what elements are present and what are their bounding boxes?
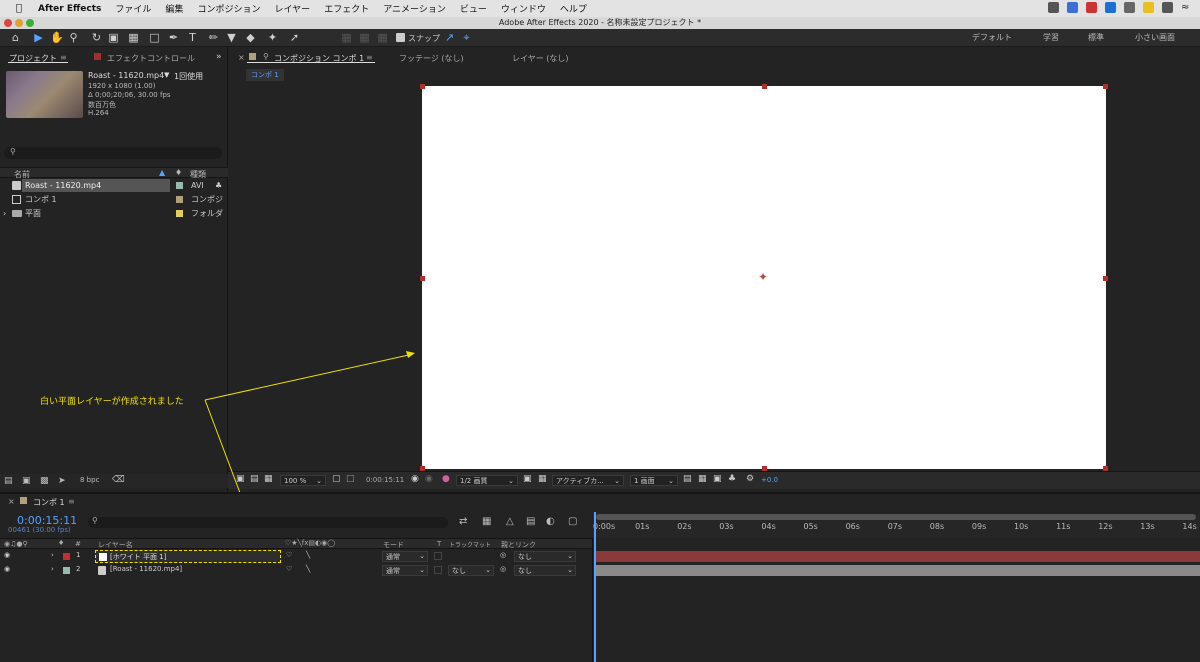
ruler-tick-label: 11s (1056, 522, 1071, 531)
chevron-down-icon: ⌄ (419, 566, 425, 574)
ruler-tick-label: 06s (845, 522, 860, 531)
frame-count: 00461 (30.00 fps) (8, 526, 71, 534)
layer-duration-bar-1[interactable] (596, 551, 1200, 562)
layer-name[interactable]: [ホワイト 平面 1] (110, 552, 166, 562)
chevron-down-icon: ⌄ (567, 552, 573, 560)
layer-number: 1 (76, 551, 81, 559)
timeline-menu-icon[interactable]: ≡ (68, 497, 75, 506)
column-number[interactable]: # (75, 540, 81, 548)
layer-row-1[interactable]: ◉ › 1 [ホワイト 平面 1] ♡ ╲ 通常 ⌄ ◎ なし ⌄ (0, 550, 593, 563)
switches-icons: ♡★╲fx▤◐◉◯ (285, 539, 336, 547)
layer-name-highlight: [ホワイト 平面 1] (95, 550, 281, 563)
pickwhip-icon[interactable]: ◎ (500, 551, 506, 559)
layer-name[interactable]: [Roast - 11620.mp4] (110, 565, 182, 573)
track-matte-value: なし (452, 567, 466, 575)
blend-mode-select[interactable]: 通常 ⌄ (382, 565, 428, 576)
layer-row-2[interactable]: ◉ › 2 [Roast - 11620.mp4] ♡ ╲ 通常 ⌄ なし ⌄ ◎ … (0, 564, 593, 577)
av-features-icons: ◉♫●⚲ (4, 540, 28, 548)
graph-editor-icon[interactable]: ▢ (568, 516, 577, 527)
chevron-down-icon: ⌄ (485, 566, 491, 574)
ruler-tick-label: 01s (635, 522, 650, 531)
parent-value: なし (518, 553, 532, 561)
preserve-transparency-checkbox[interactable] (434, 552, 442, 560)
footage-file-icon (98, 566, 106, 575)
parent-select[interactable]: なし ⌄ (514, 565, 576, 576)
parent-value: なし (518, 567, 532, 575)
layer-column-header: ◉♫●⚲ ♦ # レイヤー名 ♡★╲fx▤◐◉◯ モード T トラックマット 親… (0, 538, 593, 549)
layer-number: 2 (76, 565, 81, 573)
ruler-tick-label: 08s (929, 522, 945, 531)
chevron-down-icon: ⌄ (419, 552, 425, 560)
ruler-tick-label: 14s (1182, 522, 1197, 531)
ruler-tick-label: 04s (761, 522, 776, 531)
layer-duration-bar-2[interactable] (596, 565, 1200, 576)
shy-layers-icon[interactable]: △ (506, 516, 514, 527)
ruler-tick-label: 13s (1140, 522, 1155, 531)
blend-mode-select[interactable]: 通常 ⌄ (382, 551, 428, 562)
expand-arrow-icon[interactable]: › (51, 551, 54, 559)
column-parent[interactable]: 親とリンク (501, 540, 536, 550)
column-t[interactable]: T (437, 540, 441, 548)
solid-layer-icon (99, 553, 107, 561)
blend-mode-value: 通常 (386, 553, 400, 561)
comp-label-icon (20, 497, 27, 504)
chevron-down-icon: ⌄ (567, 566, 573, 574)
ruler-tick-label: 10s (1014, 522, 1029, 531)
parent-select[interactable]: なし ⌄ (514, 551, 576, 562)
preserve-transparency-checkbox[interactable] (434, 566, 442, 574)
blend-mode-value: 通常 (386, 567, 400, 575)
label-tag-icon[interactable]: ♦ (58, 539, 64, 547)
search-icon: ⚲ (92, 516, 98, 525)
quality-switch-icon[interactable]: ╲ (306, 565, 310, 573)
work-area-bar[interactable] (596, 514, 1196, 520)
column-track-matte[interactable]: トラックマット (449, 540, 491, 549)
layer-label-color[interactable] (63, 567, 70, 574)
timeline-tab[interactable]: コンポ 1 (33, 497, 65, 508)
column-layer-name[interactable]: レイヤー名 (98, 540, 133, 550)
shy-switch-icon[interactable]: ♡ (286, 565, 292, 573)
eye-icon[interactable]: ◉ (4, 551, 10, 559)
eye-icon[interactable]: ◉ (4, 565, 10, 573)
frame-blending-icon[interactable]: ▤ (526, 516, 535, 527)
pickwhip-icon[interactable]: ◎ (500, 565, 506, 573)
ruler-tick-label: 12s (1098, 522, 1113, 531)
timeline-divider (592, 538, 593, 662)
ruler-tick-label: 07s (887, 522, 903, 531)
comp-mini-flowchart-icon[interactable]: ⇄ (459, 516, 467, 527)
draft-3d-icon[interactable]: ▦ (482, 516, 491, 527)
ruler-tick-label: 05s (803, 522, 818, 531)
quality-switch-icon[interactable]: ╲ (306, 551, 310, 559)
timeline-search-input[interactable]: ⚲ (88, 516, 448, 528)
column-mode[interactable]: モード (383, 540, 404, 550)
ruler-tick-label: 09s (971, 522, 987, 531)
close-timeline-icon[interactable]: × (8, 497, 15, 506)
expand-arrow-icon[interactable]: › (51, 565, 54, 573)
ruler-tick-label: 03s (719, 522, 734, 531)
shy-switch-icon[interactable]: ♡ (286, 551, 292, 559)
motion-blur-icon[interactable]: ◐ (546, 516, 555, 527)
ruler-tick-label: 02s (677, 522, 692, 531)
track-matte-select[interactable]: なし ⌄ (448, 565, 494, 576)
ruler-tick-label: 0:00s (593, 522, 616, 531)
playhead[interactable] (594, 512, 596, 662)
layer-label-color[interactable] (63, 553, 70, 560)
